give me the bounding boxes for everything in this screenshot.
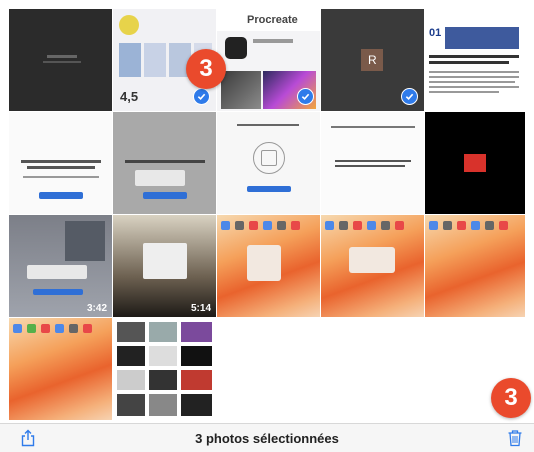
selected-check [193,88,210,105]
photo-tile-dialog-grey[interactable] [113,112,216,214]
checkmark-icon [197,93,206,101]
photo-tile-dialog-white[interactable] [9,112,112,214]
video-duration: 3:42 [86,303,107,314]
photo-tile-ipad-home[interactable] [425,215,525,317]
video-tile-keyboard[interactable]: 3:42 [9,215,112,317]
checkmark-icon [301,93,310,101]
tile-selection-badge: 3 [186,49,226,89]
site-logo: 01 [429,27,442,39]
selected-check [297,88,314,105]
photo-tile-ipad-home-2[interactable] [9,318,112,420]
photo-tile-avatar[interactable]: R [321,9,424,111]
bottom-toolbar: 3 photos sélectionnées [0,423,534,452]
photo-tile-ipad-menu-2[interactable] [321,215,424,317]
photo-tile-procreate[interactable]: Procreate [217,9,320,111]
trash-icon[interactable] [507,429,523,447]
photo-tile-logo-black[interactable] [425,112,525,214]
avatar-letter: R [368,53,377,67]
photo-tile-dark-screen[interactable] [9,9,112,111]
red-logo [464,154,486,172]
selection-status: 3 photos sélectionnées [195,431,339,446]
video-tile-photo[interactable]: 5:14 [113,215,216,317]
photo-tile-trackpad-diagram[interactable] [217,112,320,214]
photo-tile-collage[interactable] [113,318,216,420]
checkmark-icon [405,93,414,101]
selection-count-badge: 3 [491,378,531,418]
photo-grid: 4,5 Procreate R 01 3:42 5:14 [9,9,525,422]
selected-check [401,88,418,105]
video-duration: 5:14 [190,303,211,314]
app-rating: 4,5 [120,89,139,104]
photo-tile-text-notice[interactable] [321,112,424,214]
photo-tile-ipad-menu-1[interactable] [217,215,320,317]
procreate-title: Procreate [247,14,298,26]
photo-tile-article[interactable]: 01 [425,9,525,111]
